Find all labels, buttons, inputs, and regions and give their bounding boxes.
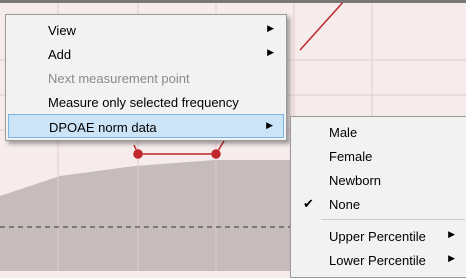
checkmark-icon: ✔ <box>303 196 314 211</box>
menu-item-add[interactable]: Add ▶ <box>8 42 284 66</box>
submenu-item-lower-percentile[interactable]: Lower Percentile ▶ <box>293 248 465 272</box>
submenu-item-upper-percentile[interactable]: Upper Percentile ▶ <box>293 224 465 248</box>
menu-item-label: Next measurement point <box>48 71 190 86</box>
menu-item-label: Lower Percentile <box>329 253 426 268</box>
submenu-item-none[interactable]: ✔ None <box>293 192 465 216</box>
submenu-arrow-icon: ▶ <box>448 253 455 263</box>
data-point <box>211 149 221 159</box>
menu-item-label: Female <box>329 149 373 164</box>
menu-item-label: None <box>329 197 361 212</box>
submenu-item-newborn[interactable]: Newborn <box>293 168 465 192</box>
menu-separator <box>321 219 465 220</box>
submenu-arrow-icon: ▶ <box>266 120 273 130</box>
menu-item-label: Add <box>48 47 72 62</box>
submenu-arrow-icon: ▶ <box>267 47 274 57</box>
submenu-arrow-icon: ▶ <box>267 23 274 33</box>
submenu-item-male[interactable]: Male <box>293 120 465 144</box>
submenu-item-female[interactable]: Female <box>293 144 465 168</box>
menu-item-label: Male <box>329 125 358 140</box>
top-bar <box>0 0 466 3</box>
submenu-arrow-icon: ▶ <box>448 229 455 239</box>
menu-item-next-measurement-point[interactable]: Next measurement point <box>8 66 284 90</box>
menu-item-label: View <box>48 23 76 38</box>
menu-item-label: Upper Percentile <box>329 229 426 244</box>
menu-item-label: Measure only selected frequency <box>48 95 239 110</box>
menu-item-measure-selected-frequency[interactable]: Measure only selected frequency <box>8 90 284 114</box>
menu-item-dpoae-norm-data[interactable]: DPOAE norm data ▶ <box>8 114 284 138</box>
menu-item-view[interactable]: View ▶ <box>8 18 284 42</box>
menu-item-label: Newborn <box>329 173 382 188</box>
context-menu: View ▶ Add ▶ Next measurement point Meas… <box>5 14 287 141</box>
menu-item-label: DPOAE norm data <box>49 120 157 135</box>
norm-data-submenu: Male Female Newborn ✔ None Upper Percent… <box>290 116 466 278</box>
data-point <box>133 149 143 159</box>
